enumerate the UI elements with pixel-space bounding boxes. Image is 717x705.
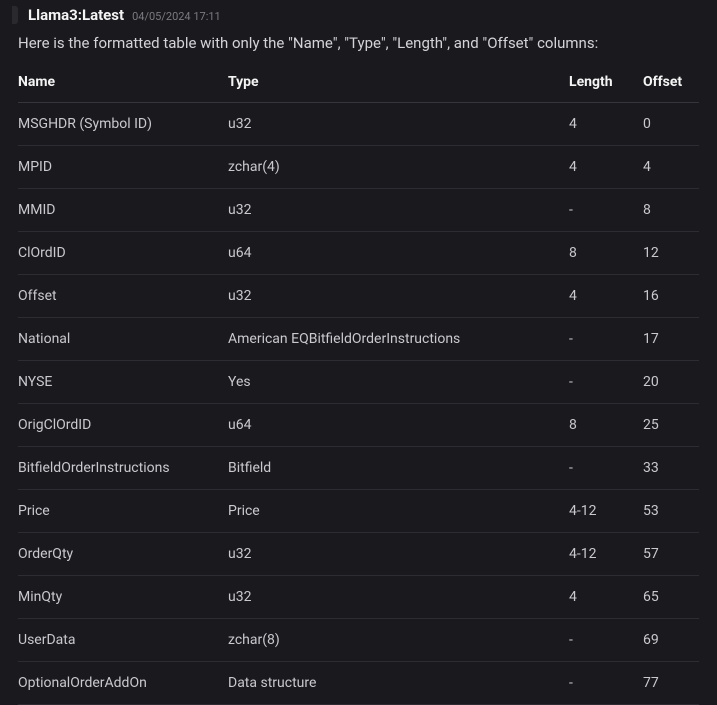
table-row: MSGHDR (Symbol ID)u3240: [18, 103, 699, 146]
cell-length: 4-12: [569, 533, 643, 576]
avatar: [12, 6, 18, 24]
cell-length: 4: [569, 103, 643, 146]
table-row: Offsetu32416: [18, 275, 699, 318]
cell-length: 4: [569, 146, 643, 189]
cell-name: OptionalOrderAddOn: [18, 662, 228, 705]
cell-offset: 16: [643, 275, 699, 318]
cell-type: zchar(8): [228, 619, 569, 662]
cell-offset: 53: [643, 490, 699, 533]
table-row: NationalAmerican EQBitfieldOrderInstruct…: [18, 318, 699, 361]
cell-offset: 57: [643, 533, 699, 576]
cell-length: -: [569, 619, 643, 662]
cell-name: ClOrdID: [18, 232, 228, 275]
table-row: OrigClOrdIDu64825: [18, 404, 699, 447]
cell-type: Data structure: [228, 662, 569, 705]
cell-length: -: [569, 189, 643, 232]
cell-type: u32: [228, 533, 569, 576]
cell-offset: 12: [643, 232, 699, 275]
col-header-type: Type: [228, 66, 569, 103]
cell-name: Price: [18, 490, 228, 533]
cell-offset: 77: [643, 662, 699, 705]
cell-length: 8: [569, 232, 643, 275]
cell-name: MSGHDR (Symbol ID): [18, 103, 228, 146]
table-row: NYSEYes-20: [18, 361, 699, 404]
cell-offset: 17: [643, 318, 699, 361]
cell-offset: 69: [643, 619, 699, 662]
cell-name: Offset: [18, 275, 228, 318]
cell-length: -: [569, 447, 643, 490]
cell-name: UserData: [18, 619, 228, 662]
cell-type: Price: [228, 490, 569, 533]
model-name: Llama3:Latest: [28, 6, 124, 24]
table-row: MPIDzchar(4)44: [18, 146, 699, 189]
col-header-length: Length: [569, 66, 643, 103]
cell-length: -: [569, 318, 643, 361]
cell-offset: 8: [643, 189, 699, 232]
cell-name: OrigClOrdID: [18, 404, 228, 447]
cell-offset: 4: [643, 146, 699, 189]
cell-name: NYSE: [18, 361, 228, 404]
col-header-offset: Offset: [643, 66, 699, 103]
cell-type: Yes: [228, 361, 569, 404]
cell-offset: 65: [643, 576, 699, 619]
cell-offset: 33: [643, 447, 699, 490]
cell-length: 4: [569, 576, 643, 619]
cell-offset: 25: [643, 404, 699, 447]
message-intro-text: Here is the formatted table with only th…: [18, 34, 699, 52]
chat-message: Llama3:Latest 04/05/2024 17:11 Here is t…: [0, 0, 717, 705]
table-row: PricePrice4-1253: [18, 490, 699, 533]
table-row: MinQtyu32465: [18, 576, 699, 619]
table-row: OptionalOrderAddOnData structure-77: [18, 662, 699, 705]
cell-type: u32: [228, 576, 569, 619]
cell-type: u32: [228, 189, 569, 232]
cell-name: National: [18, 318, 228, 361]
cell-length: 8: [569, 404, 643, 447]
cell-type: Bitfield: [228, 447, 569, 490]
cell-length: 4-12: [569, 490, 643, 533]
cell-length: -: [569, 361, 643, 404]
fields-table: Name Type Length Offset MSGHDR (Symbol I…: [18, 66, 699, 705]
cell-type: u64: [228, 404, 569, 447]
cell-type: American EQBitfieldOrderInstructions: [228, 318, 569, 361]
table-row: MMIDu32-8: [18, 189, 699, 232]
table-row: BitfieldOrderInstructionsBitfield-33: [18, 447, 699, 490]
cell-offset: 20: [643, 361, 699, 404]
col-header-name: Name: [18, 66, 228, 103]
cell-name: MMID: [18, 189, 228, 232]
cell-name: MinQty: [18, 576, 228, 619]
cell-type: u64: [228, 232, 569, 275]
table-header-row: Name Type Length Offset: [18, 66, 699, 103]
message-timestamp: 04/05/2024 17:11: [132, 10, 221, 23]
cell-name: OrderQty: [18, 533, 228, 576]
cell-offset: 0: [643, 103, 699, 146]
cell-length: -: [569, 662, 643, 705]
table-row: ClOrdIDu64812: [18, 232, 699, 275]
table-row: UserDatazchar(8)-69: [18, 619, 699, 662]
cell-type: u32: [228, 103, 569, 146]
cell-length: 4: [569, 275, 643, 318]
cell-type: zchar(4): [228, 146, 569, 189]
cell-name: BitfieldOrderInstructions: [18, 447, 228, 490]
cell-name: MPID: [18, 146, 228, 189]
message-header: Llama3:Latest 04/05/2024 17:11: [12, 6, 699, 24]
cell-type: u32: [228, 275, 569, 318]
table-row: OrderQtyu324-1257: [18, 533, 699, 576]
